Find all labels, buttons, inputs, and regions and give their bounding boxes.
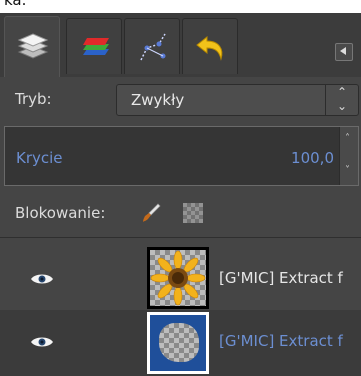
layer-name[interactable]: [G'MIC] Extract f bbox=[219, 332, 343, 350]
layer-thumbnail bbox=[147, 312, 209, 374]
eye-icon[interactable] bbox=[30, 272, 54, 286]
mode-combo[interactable]: Zwykły ⌃ ⌄ bbox=[116, 84, 359, 116]
divider bbox=[0, 237, 361, 238]
layers-panel: Tryb: Zwykły ⌃ ⌄ Krycie 100,0 ˄ ˅ Blokowa… bbox=[0, 77, 361, 376]
tab-undo-history[interactable] bbox=[182, 18, 238, 74]
checker-icon[interactable] bbox=[183, 203, 203, 223]
spin-down-icon[interactable]: ˅ bbox=[345, 165, 350, 176]
opacity-spin-buttons[interactable]: ˄ ˅ bbox=[339, 127, 358, 185]
layer-row[interactable]: [G'MIC] Extract f bbox=[0, 247, 361, 313]
channels-icon bbox=[83, 38, 109, 55]
dock-menu-button[interactable] bbox=[335, 43, 353, 61]
opacity-value: 100,0 bbox=[291, 149, 334, 167]
paths-icon bbox=[140, 33, 166, 61]
tab-channels[interactable] bbox=[66, 18, 122, 74]
top-strip: ka. bbox=[0, 0, 361, 13]
undo-icon bbox=[196, 35, 223, 61]
brush-icon[interactable] bbox=[140, 202, 162, 224]
eye-icon[interactable] bbox=[30, 335, 54, 349]
opacity-label: Krycie bbox=[16, 149, 63, 167]
tab-paths[interactable] bbox=[124, 18, 180, 74]
sunflower-icon bbox=[150, 250, 206, 306]
layer-name[interactable]: [G'MIC] Extract f bbox=[219, 269, 343, 287]
dock-tab-bar bbox=[0, 13, 361, 78]
combo-arrows-icon: ⌃ ⌄ bbox=[325, 85, 358, 115]
layer-thumbnail bbox=[147, 247, 209, 309]
layers-dock: ka. Tryb: Zwykły ⌃ ⌄ Krycie 100,0 ˄ ˅ Bl… bbox=[0, 0, 361, 376]
layers-icon bbox=[17, 33, 49, 59]
spin-up-icon[interactable]: ˄ bbox=[345, 133, 350, 144]
mode-label: Tryb: bbox=[15, 90, 52, 108]
opacity-spinscale[interactable]: Krycie 100,0 ˄ ˅ bbox=[4, 126, 359, 186]
tab-layers[interactable] bbox=[4, 16, 60, 78]
layer-row-selected[interactable]: [G'MIC] Extract f bbox=[0, 310, 361, 376]
mode-value: Zwykły bbox=[131, 91, 185, 109]
top-label: ka. bbox=[4, 0, 27, 9]
lock-label: Blokowanie: bbox=[15, 204, 106, 222]
